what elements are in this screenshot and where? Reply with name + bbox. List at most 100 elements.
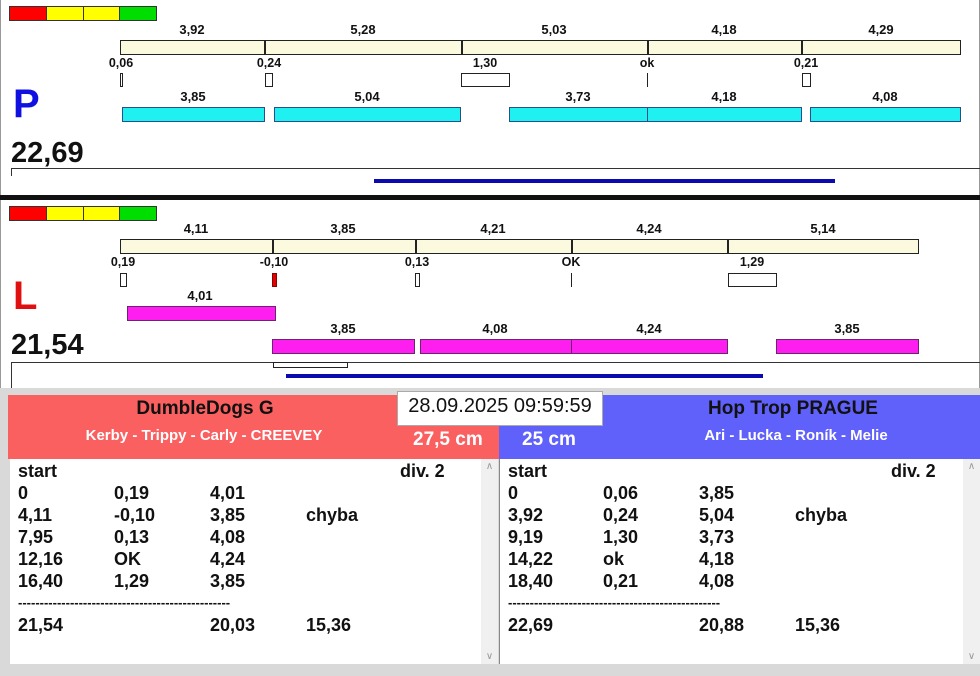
scroll-up-icon[interactable]: ∧ bbox=[963, 461, 980, 472]
status-lights bbox=[9, 206, 157, 221]
gap-label: OK bbox=[561, 255, 581, 269]
run-bar bbox=[810, 107, 961, 122]
segment-label: 5,03 bbox=[541, 22, 567, 37]
result-cell: 0,19 bbox=[114, 483, 150, 503]
datetime-display: 28.09.2025 09:59:59 bbox=[397, 391, 603, 426]
scrollbar[interactable]: ∧ ∨ bbox=[963, 459, 980, 664]
gap-marker bbox=[120, 273, 127, 287]
result-cell: 4,01 bbox=[210, 483, 246, 503]
result-cell: 3,85 bbox=[699, 483, 735, 503]
gap-marker bbox=[265, 73, 273, 87]
run-label: 3,85 bbox=[180, 89, 206, 104]
result-cell: 0,06 bbox=[603, 483, 639, 503]
result-cell: 18,40 bbox=[508, 571, 554, 591]
result-cell: 1,29 bbox=[114, 571, 150, 591]
result-cell: 0,13 bbox=[114, 527, 150, 547]
status-light-yellow bbox=[46, 7, 84, 20]
start-label: start bbox=[18, 461, 58, 481]
run-bar bbox=[274, 107, 461, 122]
total-time-p: 22,69 bbox=[11, 137, 84, 169]
result-cell: 14,22 bbox=[508, 549, 554, 569]
gap-marker bbox=[461, 73, 510, 87]
separator: ----------------------------------------… bbox=[18, 595, 231, 610]
gap-label: 0,24 bbox=[256, 56, 282, 70]
total-cell: 15,36 bbox=[306, 615, 352, 635]
gap-marker-fault bbox=[272, 273, 277, 287]
run-label: 3,73 bbox=[565, 89, 591, 104]
gap-marker bbox=[728, 273, 777, 287]
scroll-down-icon[interactable]: ∨ bbox=[481, 651, 498, 662]
status-light-yellow bbox=[83, 207, 121, 220]
segment-label: 3,85 bbox=[330, 221, 356, 236]
result-cell: 3,85 bbox=[210, 505, 246, 525]
division-label: div. 2 bbox=[891, 461, 936, 481]
segment-label: 4,29 bbox=[868, 22, 894, 37]
result-cell: OK bbox=[114, 549, 141, 569]
gap-marker bbox=[802, 73, 811, 87]
status-light-green bbox=[120, 7, 156, 20]
track-panel-l: 4,11 3,85 4,21 4,24 5,14 0,19 -0,10 0,13… bbox=[0, 200, 980, 388]
run-bar bbox=[776, 339, 919, 354]
total-cell: 21,54 bbox=[18, 615, 64, 635]
separator: ----------------------------------------… bbox=[508, 595, 721, 610]
run-label: 4,08 bbox=[872, 89, 898, 104]
team-letter-p: P bbox=[13, 82, 40, 126]
result-cell: 7,95 bbox=[18, 527, 54, 547]
progress-line-l bbox=[286, 374, 763, 378]
status-light-yellow bbox=[46, 207, 84, 220]
segment-label: 5,14 bbox=[810, 221, 836, 236]
result-cell: 0 bbox=[508, 483, 519, 503]
result-cell: -0,10 bbox=[114, 505, 156, 525]
result-cell: 9,19 bbox=[508, 527, 544, 547]
gap-marker bbox=[647, 73, 648, 87]
run-bar bbox=[509, 107, 648, 122]
result-list-blue[interactable]: start div. 2 0 0,06 3,85 3,92 0,24 5,04 … bbox=[499, 459, 980, 664]
result-cell: 4,08 bbox=[210, 527, 246, 547]
progress-line-p bbox=[374, 179, 835, 183]
status-light-green bbox=[120, 207, 156, 220]
gap-marker bbox=[273, 362, 348, 368]
team-members: Kerby - Trippy - Carly - CREEVEY bbox=[85, 427, 323, 444]
gap-marker bbox=[120, 73, 123, 87]
run-bar bbox=[127, 306, 276, 321]
result-cell: 4,08 bbox=[699, 571, 735, 591]
jump-height: 27,5 cm bbox=[413, 429, 483, 450]
gap-label: 0,06 bbox=[108, 56, 134, 70]
team-letter-l: L bbox=[13, 274, 38, 318]
status-light-red bbox=[10, 7, 47, 20]
result-cell: 5,04 bbox=[699, 505, 735, 525]
scroll-up-icon[interactable]: ∧ bbox=[481, 461, 498, 472]
result-cell: 3,85 bbox=[210, 571, 246, 591]
run-label: 3,85 bbox=[834, 321, 860, 336]
team-name: Hop Trop PRAGUE bbox=[708, 398, 878, 419]
result-cell: 4,11 bbox=[18, 505, 53, 525]
team-name: DumbleDogs G bbox=[136, 398, 274, 419]
result-cell: 0,21 bbox=[603, 571, 639, 591]
scroll-down-icon[interactable]: ∨ bbox=[963, 651, 980, 662]
segment-label: 4,24 bbox=[636, 221, 662, 236]
run-bar bbox=[272, 339, 415, 354]
gap-label: 0,19 bbox=[110, 255, 136, 269]
gap-marker bbox=[415, 273, 420, 287]
jump-height: 25 cm bbox=[522, 429, 576, 450]
ideal-time-bar bbox=[120, 239, 919, 254]
segment-label: 4,21 bbox=[480, 221, 506, 236]
track-panel-p: 3,92 5,28 5,03 4,18 4,29 0,06 0,24 1,30 … bbox=[0, 0, 980, 196]
total-cell: 22,69 bbox=[508, 615, 554, 635]
segment-label: 4,11 bbox=[183, 221, 209, 236]
result-cell: 4,24 bbox=[210, 549, 246, 569]
run-bar bbox=[122, 107, 265, 122]
result-cell: chyba bbox=[795, 505, 848, 525]
result-list-red[interactable]: start div. 2 0 0,19 4,01 4,11 -0,10 3,85… bbox=[10, 459, 498, 664]
total-cell: 20,88 bbox=[699, 615, 745, 635]
run-bar bbox=[647, 107, 802, 122]
segment-label: 4,18 bbox=[711, 22, 737, 37]
result-cell: 16,40 bbox=[18, 571, 64, 591]
run-label: 5,04 bbox=[354, 89, 380, 104]
total-time-l: 21,54 bbox=[11, 329, 84, 361]
run-label: 3,85 bbox=[330, 321, 356, 336]
team-members: Ari - Lucka - Roník - Melie bbox=[704, 427, 888, 444]
result-cell: 1,30 bbox=[603, 527, 639, 547]
gap-label: 0,13 bbox=[404, 255, 430, 269]
scrollbar[interactable]: ∧ ∨ bbox=[481, 459, 498, 664]
